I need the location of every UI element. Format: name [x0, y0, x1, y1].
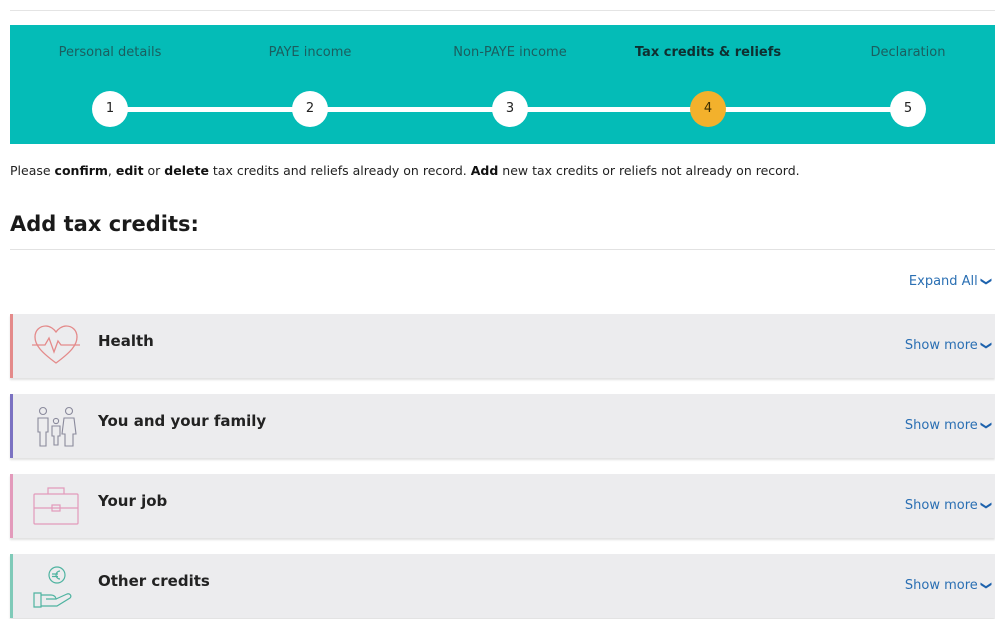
progress-stepper: Personal details 1 PAYE income 2 Non-PAY… [10, 25, 995, 144]
category-label: Your job [98, 492, 168, 510]
category-you-and-your-family[interactable]: You and your family Show more ❯ [10, 394, 995, 458]
show-more-link[interactable]: Show more ❯ [904, 578, 993, 593]
chevron-down-icon: ❯ [979, 276, 993, 287]
category-health[interactable]: Health Show more ❯ [10, 314, 995, 378]
step-non-paye-income[interactable]: Non-PAYE income 3 [415, 25, 605, 144]
show-more-link[interactable]: Show more ❯ [904, 498, 993, 513]
intro-text: Please [10, 163, 55, 178]
step-number: 3 [492, 91, 528, 127]
intro-text: or [143, 163, 165, 178]
step-number: 2 [292, 91, 328, 127]
chevron-down-icon: ❯ [979, 340, 993, 351]
step-label: Personal details [58, 45, 162, 60]
section-divider [10, 249, 995, 250]
hand-coin-icon [33, 566, 72, 608]
category-label: You and your family [98, 412, 267, 430]
step-label: Declaration [870, 45, 946, 60]
show-more-label: Show more [904, 498, 978, 513]
category-label: Health [98, 332, 154, 350]
expand-all-label: Expand All [908, 274, 978, 289]
chevron-down-icon: ❯ [979, 420, 993, 431]
step-tax-credits-reliefs[interactable]: Tax credits & reliefs 4 [613, 25, 803, 144]
intro-add: Add [470, 163, 499, 178]
step-label: Tax credits & reliefs [634, 45, 782, 60]
section-title: Add tax credits: [10, 212, 199, 236]
step-number: 5 [890, 91, 926, 127]
instructions-text: Please confirm, edit or delete tax credi… [10, 163, 800, 178]
show-more-label: Show more [904, 338, 978, 353]
intro-text: new tax credits or reliefs not already o… [498, 163, 800, 178]
intro-text: , [107, 163, 116, 178]
intro-delete: delete [164, 163, 209, 178]
chevron-down-icon: ❯ [979, 580, 993, 591]
show-more-label: Show more [904, 578, 978, 593]
category-your-job[interactable]: Your job Show more ❯ [10, 474, 995, 538]
intro-text: tax credits and reliefs already on recor… [208, 163, 471, 178]
step-personal-details[interactable]: Personal details 1 [15, 25, 205, 144]
step-paye-income[interactable]: PAYE income 2 [215, 25, 405, 144]
step-declaration[interactable]: Declaration 5 [813, 25, 995, 144]
intro-edit: edit [115, 163, 144, 178]
step-number: 4 [690, 91, 726, 127]
category-other-credits[interactable]: Other credits Show more ❯ [10, 554, 995, 618]
briefcase-icon [33, 487, 79, 525]
top-divider [10, 10, 995, 11]
show-more-link[interactable]: Show more ❯ [904, 418, 993, 433]
step-label: Non-PAYE income [453, 45, 567, 60]
step-label: PAYE income [268, 45, 352, 60]
family-icon [37, 406, 77, 447]
show-more-link[interactable]: Show more ❯ [904, 338, 993, 353]
intro-confirm: confirm [54, 163, 108, 178]
show-more-label: Show more [904, 418, 978, 433]
chevron-down-icon: ❯ [979, 500, 993, 511]
step-number: 1 [92, 91, 128, 127]
category-label: Other credits [98, 572, 210, 590]
expand-all-link[interactable]: Expand All ❯ [908, 274, 993, 289]
heart-pulse-icon [32, 325, 80, 364]
